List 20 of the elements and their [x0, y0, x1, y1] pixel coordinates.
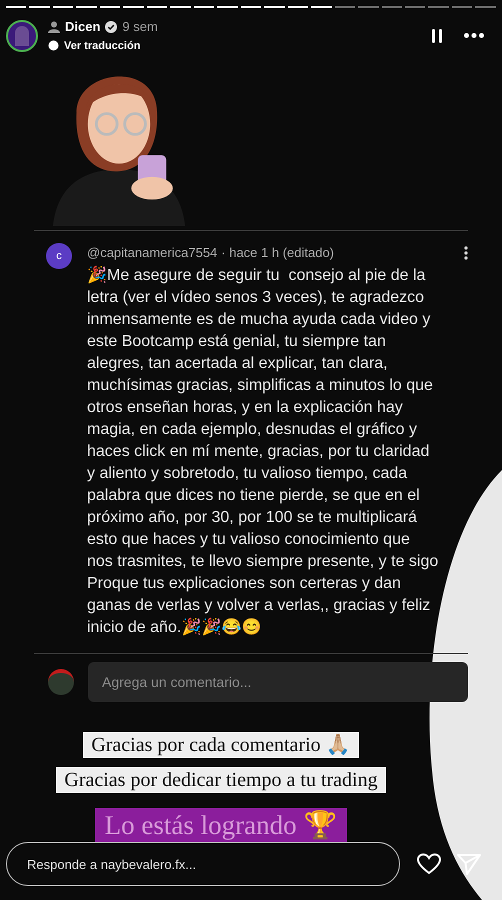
more-icon[interactable] [464, 246, 468, 260]
pause-button[interactable] [432, 28, 442, 42]
comment-text: 🎉Me asegure de seguir tu consejo al pie de la letra (ver el vídeo senos 3 veces), te agradezco inmensamente es de mucha ayuda cada video y este Bootcamp está genial, tu siempre tan alegres, tan acertada al explicar, tan clara, muchísimas gracias, simplificas a minutos lo que otros enseñan horas, y en la explicación hay magia, en cada ejemplo, desnudas el gráfico y haces click en mí mente, gracias, por tu claridad y aliento y sobretodo, tu valioso tiempo, cada palabra que dices no tiene pierde, se que en el próximo año, por 30, por 100 se te multiplicará esto que haces y tu valioso conocimiento que nos trasmites, te llevo siempre presente, y te sigo Proque tus explicaciones son certeras y dan ganas de verlas y volver a verlas,, gracias y feliz inicio de año.🎉🎉😂😊 [87, 264, 439, 638]
comment-author[interactable]: @capitanamerica7554 [87, 243, 218, 262]
post-time: 9 sem [122, 18, 158, 36]
comment-input[interactable]: Agrega un comentario... [88, 662, 468, 702]
translate-link[interactable]: Ver traducción [64, 38, 140, 54]
heart-icon[interactable] [417, 853, 441, 875]
text-sticker: Gracias por cada comentario 🙏🏼 [83, 732, 359, 758]
user-avatar [48, 668, 74, 694]
comment-meta: · hace 1 h (editado) [221, 244, 334, 262]
commenter-avatar: c [46, 243, 72, 269]
text-sticker: Lo estás logrando 🏆 [94, 808, 348, 842]
send-icon[interactable] [457, 853, 481, 875]
profile-avatar[interactable] [6, 20, 38, 52]
user-icon [48, 20, 60, 33]
username[interactable]: Dicen [65, 17, 100, 36]
reply-input[interactable]: Responde a naybevalero.fx... [6, 842, 400, 886]
text-sticker: Gracias por dedicar tiempo a tu trading [56, 766, 386, 792]
more-icon[interactable] [464, 33, 484, 38]
